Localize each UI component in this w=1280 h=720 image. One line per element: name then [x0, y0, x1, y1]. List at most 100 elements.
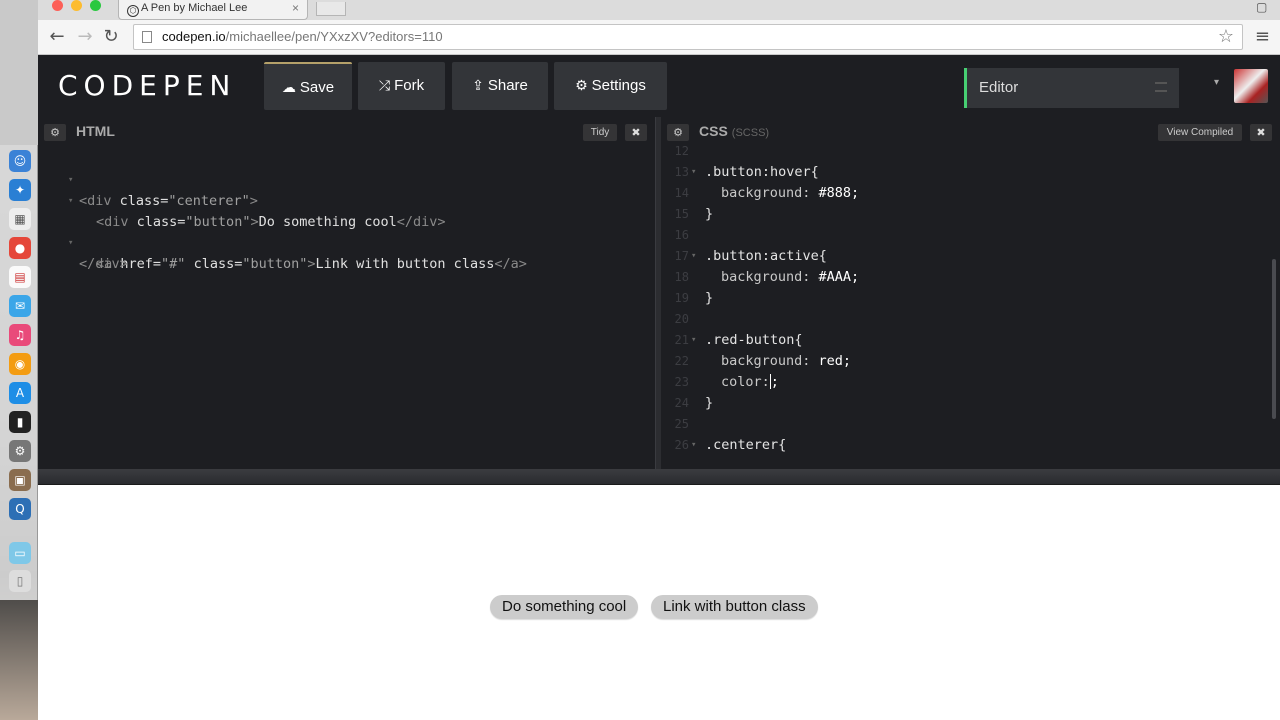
reload-button[interactable]: ↻: [100, 26, 122, 48]
code-line: 13 ▾ .button:hover{: [661, 162, 1280, 183]
gear-icon: ⚙: [575, 78, 588, 94]
finder-icon[interactable]: ☺: [9, 150, 31, 172]
fold-arrow-icon[interactable]: ▾: [691, 162, 696, 183]
settings-button[interactable]: ⚙ Settings: [554, 62, 667, 110]
codepen-logo[interactable]: CODEPEN: [58, 69, 236, 103]
css-value: #888;: [810, 185, 860, 201]
terminal-icon[interactable]: ▮: [9, 411, 31, 433]
code-line: 14 background: #888;: [661, 183, 1280, 204]
css-value: ;: [770, 374, 779, 390]
html-settings-gear-icon[interactable]: ⚙: [44, 124, 66, 141]
tidy-button[interactable]: Tidy: [583, 124, 617, 141]
quicktime-icon[interactable]: Q: [9, 498, 31, 520]
code-line: ▾ <div class="centerer">: [38, 149, 655, 209]
code-line: 26 ▾ .centerer{: [661, 435, 1280, 456]
line-number: 21: [674, 333, 689, 347]
codepen-header: CODEPEN ☁ Save ⤮ Fork ⇪ Share ⚙ Settings Edi…: [38, 55, 1280, 117]
editor-area: ⚙ HTML Tidy ✖ ▾ <div class="centerer"> ▾…: [38, 117, 1280, 469]
line-number: 25: [674, 417, 689, 431]
link-with-button-class-button[interactable]: Link with button class: [651, 595, 818, 619]
view-compiled-button[interactable]: View Compiled: [1158, 124, 1242, 141]
html-editor[interactable]: ⚙ HTML Tidy ✖ ▾ <div class="centerer"> ▾…: [38, 117, 655, 469]
css-selector: }: [705, 206, 714, 222]
folder-icon[interactable]: ▭: [9, 542, 31, 564]
trash-icon[interactable]: ▯: [9, 570, 31, 592]
line-number: 19: [674, 291, 689, 305]
html-close-icon[interactable]: ✖: [625, 124, 647, 141]
line-number: 18: [674, 270, 689, 284]
minimize-window-icon[interactable]: [71, 0, 82, 11]
photo-icon[interactable]: ▣: [9, 469, 31, 491]
preview-pane: Do something cool Link with button class: [38, 485, 1280, 720]
tab-close-icon[interactable]: ×: [292, 0, 299, 16]
fold-arrow-icon[interactable]: ▾: [691, 246, 696, 267]
css-settings-gear-icon[interactable]: ⚙: [667, 124, 689, 141]
css-code[interactable]: 12 13 ▾ .button:hover{14 background: #888; 15…: [661, 141, 1280, 456]
app-store-icon[interactable]: A: [9, 382, 31, 404]
code-line: 23 color:;: [661, 372, 1280, 393]
html-code[interactable]: ▾ <div class="centerer"> ▾ <div class="b…: [38, 149, 655, 272]
browser-menu-icon[interactable]: ≡: [1255, 26, 1270, 47]
url-host: codepen.io: [162, 29, 226, 44]
back-button[interactable]: ←: [46, 26, 68, 48]
address-bar[interactable]: codepen.io/michaellee/pen/YXxzXV?editors…: [133, 24, 1243, 50]
maximize-window-icon[interactable]: [90, 0, 101, 11]
line-number: 23: [674, 375, 689, 389]
view-switcher[interactable]: Editor: [964, 68, 1179, 108]
system-preferences-icon[interactable]: ⚙: [9, 440, 31, 462]
code-line: ▾ <a href="#" class="button">Link with b…: [38, 212, 655, 272]
css-value: red;: [810, 353, 852, 369]
page-icon: [142, 31, 152, 43]
calendar-date-icon[interactable]: ▤: [9, 266, 31, 288]
css-selector: }: [705, 290, 714, 306]
close-window-icon[interactable]: [52, 0, 63, 11]
code-line: 18 background: #AAA;: [661, 267, 1280, 288]
share-label: Share: [487, 77, 528, 94]
scrollbar[interactable]: [1272, 259, 1276, 419]
save-button[interactable]: ☁ Save: [264, 62, 352, 110]
messages-icon[interactable]: ✉: [9, 295, 31, 317]
firefox-icon[interactable]: ◉: [9, 353, 31, 375]
html-editor-title: HTML: [76, 123, 115, 139]
code-line: 12: [661, 141, 1280, 162]
browser-toolbar: ← → ↻ codepen.io/michaellee/pen/YXxzXV?e…: [38, 20, 1280, 55]
fold-arrow-icon[interactable]: ▾: [691, 330, 696, 351]
html-editor-header: ⚙ HTML Tidy ✖: [38, 117, 655, 147]
fold-arrow-icon[interactable]: ▾: [691, 435, 696, 456]
code-line: 21 ▾ .red-button{: [661, 330, 1280, 351]
save-label: Save: [299, 79, 335, 96]
layout-icon: [1155, 82, 1167, 92]
profile-icon[interactable]: ▢: [1256, 0, 1270, 14]
url-path: /michaellee/pen/YXxzXV?editors=110: [225, 29, 443, 44]
user-avatar[interactable]: [1234, 69, 1268, 103]
bookmark-star-icon[interactable]: ☆: [1218, 25, 1234, 49]
css-editor[interactable]: ⚙ CSS (SCSS) View Compiled ✖ 12 13 ▾ .button…: [661, 117, 1280, 469]
code-line: 15}: [661, 204, 1280, 225]
browser-tab[interactable]: ⬡ A Pen by Michael Lee ×: [118, 0, 308, 20]
calendar-icon[interactable]: ▦: [9, 208, 31, 230]
css-selector: .red-button{: [705, 332, 803, 348]
new-tab-button[interactable]: [316, 2, 346, 16]
code-line: 20: [661, 309, 1280, 330]
css-close-icon[interactable]: ✖: [1250, 124, 1272, 141]
forward-button[interactable]: →: [74, 26, 96, 48]
chrome-icon[interactable]: ●: [9, 237, 31, 259]
do-something-cool-button[interactable]: Do something cool: [490, 595, 639, 619]
preview-resize-handle[interactable]: [38, 469, 1280, 485]
code-line: 16: [661, 225, 1280, 246]
browser-window: ⬡ A Pen by Michael Lee × ▢ ← → ↻ codepen.…: [38, 0, 1280, 720]
code-line: ▾ <div class="button">Do something cool<…: [38, 170, 655, 230]
tab-bar: ⬡ A Pen by Michael Lee × ▢: [38, 0, 1280, 20]
code-line: 22 background: red;: [661, 351, 1280, 372]
fork-button[interactable]: ⤮ Fork: [358, 62, 445, 110]
code-line: 25: [661, 414, 1280, 435]
chevron-down-icon[interactable]: ▾: [1214, 77, 1219, 88]
cloud-icon: ☁: [281, 80, 296, 96]
macos-dock: ☺ ✦ ▦ ● ▤ ✉ ♫ ◉ A ▮ ⚙ ▣ Q ▭ ▯: [0, 0, 38, 720]
line-number: 14: [674, 186, 689, 200]
music-icon[interactable]: ♫: [9, 324, 31, 346]
safari-icon[interactable]: ✦: [9, 179, 31, 201]
line-number: 26: [674, 438, 689, 452]
line-number: 15: [674, 207, 689, 221]
share-button[interactable]: ⇪ Share: [452, 62, 548, 110]
